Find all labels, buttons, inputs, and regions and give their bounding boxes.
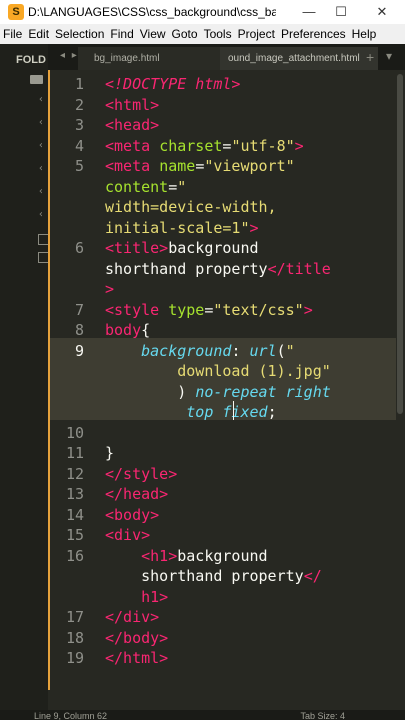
line-number: 7 [74, 300, 84, 319]
plus-icon[interactable]: + [366, 49, 374, 65]
code-line: <h1>background [141, 546, 268, 565]
menu-bar: File Edit Selection Find View Goto Tools Projec… [0, 24, 405, 44]
sidebar-header: FOLD [16, 54, 46, 66]
maximize-button[interactable]: ☐ [327, 2, 355, 22]
menu-edit[interactable]: Edit [25, 24, 52, 44]
code-line: <meta charset="utf-8"> [105, 136, 304, 155]
code-editor[interactable]: 1 2 3 4 5 6 7 8 9 10 11 12 13 14 15 16 17 18 19 <!DOCTYPE … [48, 70, 405, 710]
text-caret [233, 401, 234, 420]
cursor-position: Line 9, Column 62 [34, 711, 108, 720]
code-line: <div> [105, 526, 151, 544]
line-number: 16 [65, 546, 84, 565]
code-line: <html> [105, 95, 160, 114]
code-line: } [105, 444, 115, 462]
code-line: content=" [105, 177, 187, 196]
code-line: <style type="text/css"> [105, 300, 313, 319]
line-number: 12 [65, 464, 84, 483]
folder-icon[interactable] [30, 75, 43, 84]
code-line: body{ [105, 321, 151, 339]
line-number: 14 [65, 505, 84, 524]
code-line: ) no-repeat right [105, 382, 331, 401]
line-number: 5 [74, 157, 84, 175]
code-line: top fixed; [186, 403, 277, 421]
menu-selection[interactable]: Selection [52, 24, 107, 44]
line-number: 2 [74, 95, 84, 114]
code-line: width=device-width, [105, 198, 277, 216]
code-line: background: url(" [141, 341, 295, 360]
code-line: </head> [105, 485, 169, 503]
line-number-gutter: 1 2 3 4 5 6 7 8 9 10 11 12 13 14 15 16 17 18 19 [48, 70, 100, 710]
line-number: 9 [74, 341, 84, 360]
code-line: initial-scale=1"> [105, 218, 259, 237]
code-line: download (1).jpg" [105, 362, 331, 380]
sidebar: FOLD ‹ ‹ ‹ ‹ ‹ ‹ [0, 44, 49, 710]
minimize-button[interactable]: — [295, 2, 323, 22]
line-number: 10 [65, 423, 84, 442]
chevron-left-icon[interactable]: ‹ [38, 186, 44, 197]
menu-goto[interactable]: Goto [169, 24, 201, 44]
code-line: h1> [105, 587, 169, 606]
code-line: </body> [105, 628, 169, 647]
tab-bg-image[interactable]: bg_image.html [78, 47, 234, 70]
code-line: </div> [105, 608, 160, 626]
tab-size-indicator[interactable]: Tab Size: 4 [300, 711, 345, 720]
menu-file[interactable]: File [0, 24, 25, 44]
menu-preferences[interactable]: Preferences [278, 24, 349, 44]
menu-view[interactable]: View [137, 24, 169, 44]
line-number: 6 [74, 239, 84, 257]
line-number: 8 [74, 321, 84, 339]
tab-bar: ◂ ▸ bg_image.html ound_image_attachment.… [48, 44, 405, 70]
line-number: 1 [74, 75, 84, 93]
code-line: </html> [105, 649, 169, 667]
scrollbar-thumb[interactable] [397, 74, 403, 414]
code-line: > [105, 280, 115, 298]
code-line: <!DOCTYPE html> [105, 75, 241, 93]
menu-project[interactable]: Project [235, 24, 278, 44]
line-number: 19 [65, 649, 84, 667]
tab-nav-arrows-icon[interactable]: ◂ ▸ [60, 50, 79, 61]
code-line: shorthand property</ [105, 567, 322, 585]
code-line: shorthand property</title [105, 259, 331, 278]
code-line: <meta name="viewport" [105, 157, 295, 175]
menu-tools[interactable]: Tools [201, 24, 235, 44]
menu-help[interactable]: Help [349, 24, 380, 44]
sublime-app-icon: S [8, 4, 24, 20]
close-button[interactable]: ✕ [368, 2, 396, 22]
menu-find[interactable]: Find [107, 24, 136, 44]
code-line: <title>background [105, 239, 259, 257]
line-number: 15 [65, 526, 84, 544]
window-title: D:\LANGUAGES\CSS\css_background\css_back… [28, 5, 276, 19]
line-number: 18 [65, 628, 84, 647]
title-bar: S D:\LANGUAGES\CSS\css_background\css_ba… [0, 0, 405, 24]
chevron-left-icon[interactable]: ‹ [38, 209, 44, 220]
tab-background-image-attachment[interactable]: ound_image_attachment.html [220, 47, 378, 70]
line-number: 11 [65, 444, 84, 462]
line-number: 13 [65, 485, 84, 503]
line-number: 3 [74, 116, 84, 134]
code-line: <body> [105, 505, 160, 524]
chevron-down-icon[interactable]: ▾ [386, 49, 392, 63]
code-line: <head> [105, 116, 160, 134]
line-number: 17 [65, 608, 84, 626]
status-bar: Line 9, Column 62 Tab Size: 4 [0, 710, 405, 720]
line-number: 4 [74, 136, 84, 155]
code-line: </style> [105, 464, 178, 483]
